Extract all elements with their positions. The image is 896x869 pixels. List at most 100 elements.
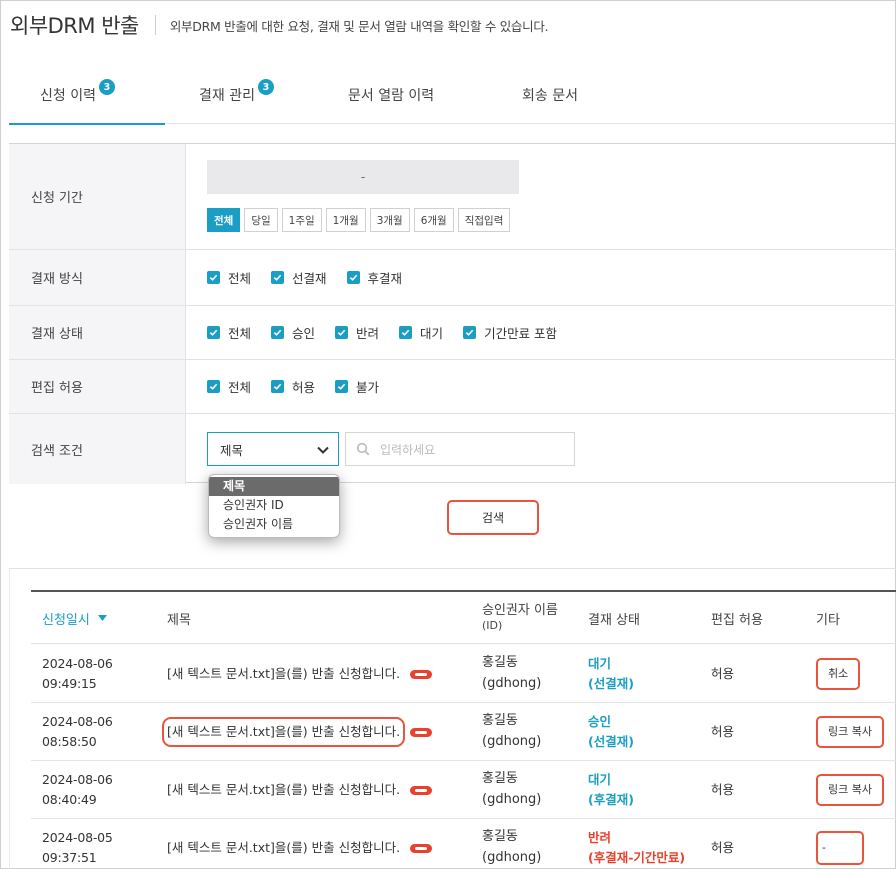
column-header-request-date[interactable]: 신청일시: [42, 592, 107, 644]
period-button-custom[interactable]: 직접입력: [457, 208, 511, 232]
link-icon[interactable]: [410, 669, 433, 679]
subject-link[interactable]: [새 텍스트 문서.txt]을(를) 반출 신청합니다.: [161, 717, 406, 747]
column-header-subject: 제목: [167, 612, 191, 628]
search-condition-select[interactable]: 제목: [207, 432, 339, 466]
cell-approver: 홍길동 (gdhong): [482, 771, 542, 807]
checkbox-label: 선결재: [292, 271, 327, 286]
filter-label: 신청 기간: [9, 144, 186, 249]
tab-label: 문서 열람 이력: [348, 88, 435, 104]
checkbox-status-include-expired[interactable]: 기간만료 포함: [463, 323, 557, 342]
checkbox-status-rejected[interactable]: 반려: [335, 323, 379, 342]
filter-row-edit-permission: 편집 허용 전체 허용 불가: [9, 360, 896, 414]
search-button[interactable]: 검색: [447, 500, 539, 535]
search-placeholder: 입력하세요: [380, 442, 436, 457]
subject-link[interactable]: [새 텍스트 문서.txt]을(를) 반출 신청합니다.: [167, 664, 400, 684]
checkbox-label: 전체: [228, 271, 252, 286]
tab-request-history[interactable]: 신청 이력 3: [9, 66, 165, 125]
dropdown-option-title[interactable]: 제목: [209, 477, 339, 496]
cell-approval-status: 대기 (후결재): [588, 772, 634, 807]
tab-approval-management[interactable]: 결재 관리 3: [199, 66, 274, 124]
checkbox-checked-icon: [335, 380, 349, 393]
search-condition-dropdown: 제목 승인권자 ID 승인권자 이름: [208, 474, 340, 538]
subject-link[interactable]: [새 텍스트 문서.txt]을(를) 반출 신청합니다.: [167, 838, 400, 858]
column-header-approver: 승인권자 이름 (ID): [482, 592, 558, 644]
period-button-group: 전체 당일 1주일 1개월 3개월 6개월 직접입력: [207, 208, 511, 232]
search-icon: [356, 442, 370, 456]
checkbox-label: 전체: [228, 326, 252, 341]
cell-approval-status: 대기 (선결재): [588, 656, 634, 691]
checkbox-method-post[interactable]: 후결재: [346, 268, 403, 287]
tab-label: 회송 문서: [522, 88, 578, 104]
date-range-separator: -: [360, 170, 366, 184]
checkbox-method-all[interactable]: 전체: [207, 268, 251, 287]
filter-row-period: 신청 기간 - 전체 당일 1주일 1개월 3개월 6개월 직접입력: [9, 144, 896, 250]
cell-subject: [새 텍스트 문서.txt]을(를) 반출 신청합니다.: [167, 819, 477, 869]
checkbox-status-pending[interactable]: 대기: [399, 323, 443, 342]
period-button-all[interactable]: 전체: [207, 208, 241, 232]
checkbox-edit-denied[interactable]: 불가: [335, 377, 379, 396]
tab-count-badge: 3: [98, 79, 115, 95]
column-header-edit-permission: 편집 허용: [711, 612, 763, 628]
period-button-1week[interactable]: 1주일: [281, 208, 322, 232]
cell-etc: 취소: [816, 645, 896, 703]
filter-label: 결재 방식: [9, 250, 186, 305]
checkbox-checked-icon: [271, 271, 285, 284]
subject-link[interactable]: [새 텍스트 문서.txt]을(를) 반출 신청합니다.: [167, 780, 400, 800]
checkbox-checked-icon: [207, 326, 220, 339]
checkbox-checked-icon: [399, 326, 413, 339]
cell-subject: [새 텍스트 문서.txt]을(를) 반출 신청합니다.: [161, 703, 477, 761]
tab-returned-documents[interactable]: 회송 문서: [522, 66, 578, 124]
column-header-etc: 기타: [816, 612, 840, 628]
search-input[interactable]: 입력하세요: [345, 432, 575, 466]
cell-approval-status: 승인 (선결재): [588, 714, 634, 749]
checkbox-status-all[interactable]: 전체: [207, 323, 251, 342]
tab-bar: 신청 이력 3 결재 관리 3 문서 열람 이력 회송 문서: [9, 66, 896, 125]
filter-label: 편집 허용: [9, 360, 186, 413]
checkbox-checked-icon: [463, 326, 477, 339]
date-range-picker[interactable]: -: [207, 160, 519, 194]
checkbox-checked-icon: [207, 271, 220, 284]
checkbox-checked-icon: [335, 326, 349, 339]
cell-request-date: 2024-08-06 08:58:50: [42, 714, 113, 749]
tab-label: 신청 이력: [40, 88, 96, 104]
filter-label: 결재 상태: [9, 306, 186, 359]
checkbox-checked-icon: [271, 380, 285, 393]
copy-link-button[interactable]: 링크 복사: [816, 774, 884, 806]
filter-row-search-condition: 검색 조건 제목 입력하세요: [9, 414, 896, 484]
table-row: 2024-08-06 08:40:49 [새 텍스트 문서.txt]을(를) 반출…: [31, 761, 896, 819]
cell-approver: 홍길동 (gdhong): [482, 655, 542, 691]
tab-document-view-history[interactable]: 문서 열람 이력: [348, 66, 434, 124]
link-icon[interactable]: [410, 785, 433, 795]
filter-label: 검색 조건: [9, 414, 186, 484]
period-button-3month[interactable]: 3개월: [369, 208, 410, 232]
cell-request-date: 2024-08-05 09:37:51: [42, 830, 113, 865]
column-header-label: 신청일시: [42, 612, 90, 628]
checkbox-label: 기간만료 포함: [484, 326, 558, 341]
checkbox-status-approved[interactable]: 승인: [271, 323, 315, 342]
cell-approval-status: 반려 (후결재-기간만료): [588, 830, 686, 865]
dropdown-option-approver-name[interactable]: 승인권자 이름: [209, 515, 339, 534]
checkbox-label: 후결재: [367, 271, 403, 286]
tab-count-badge: 3: [257, 79, 274, 95]
link-icon[interactable]: [410, 727, 433, 737]
checkbox-label: 불가: [356, 380, 380, 395]
copy-link-button[interactable]: 링크 복사: [816, 716, 884, 748]
chevron-down-icon: [317, 446, 329, 454]
checkbox-checked-icon: [207, 380, 220, 393]
filter-row-approval-method: 결재 방식 전체 선결재 후결재: [9, 250, 896, 306]
period-button-6month[interactable]: 6개월: [413, 208, 454, 232]
checkbox-label: 대기: [420, 326, 444, 341]
period-button-today[interactable]: 당일: [244, 208, 278, 232]
checkbox-label: 승인: [292, 326, 316, 341]
checkbox-edit-all[interactable]: 전체: [207, 377, 251, 396]
table-header: 신청일시 제목 승인권자 이름 (ID) 결재 상태 편집 허용 기타: [31, 590, 896, 644]
period-button-1month[interactable]: 1개월: [325, 208, 366, 232]
dropdown-option-approver-id[interactable]: 승인권자 ID: [209, 496, 339, 515]
checkbox-method-pre[interactable]: 선결재: [271, 268, 327, 287]
link-icon[interactable]: [410, 843, 433, 853]
results-table: 신청일시 제목 승인권자 이름 (ID) 결재 상태 편집 허용 기타 2024…: [9, 568, 896, 869]
column-header-label: 승인권자 이름: [482, 603, 558, 618]
checkbox-edit-allowed[interactable]: 허용: [271, 377, 315, 396]
cancel-button[interactable]: 취소: [816, 658, 861, 690]
column-header-approval-status: 결재 상태: [588, 612, 640, 628]
